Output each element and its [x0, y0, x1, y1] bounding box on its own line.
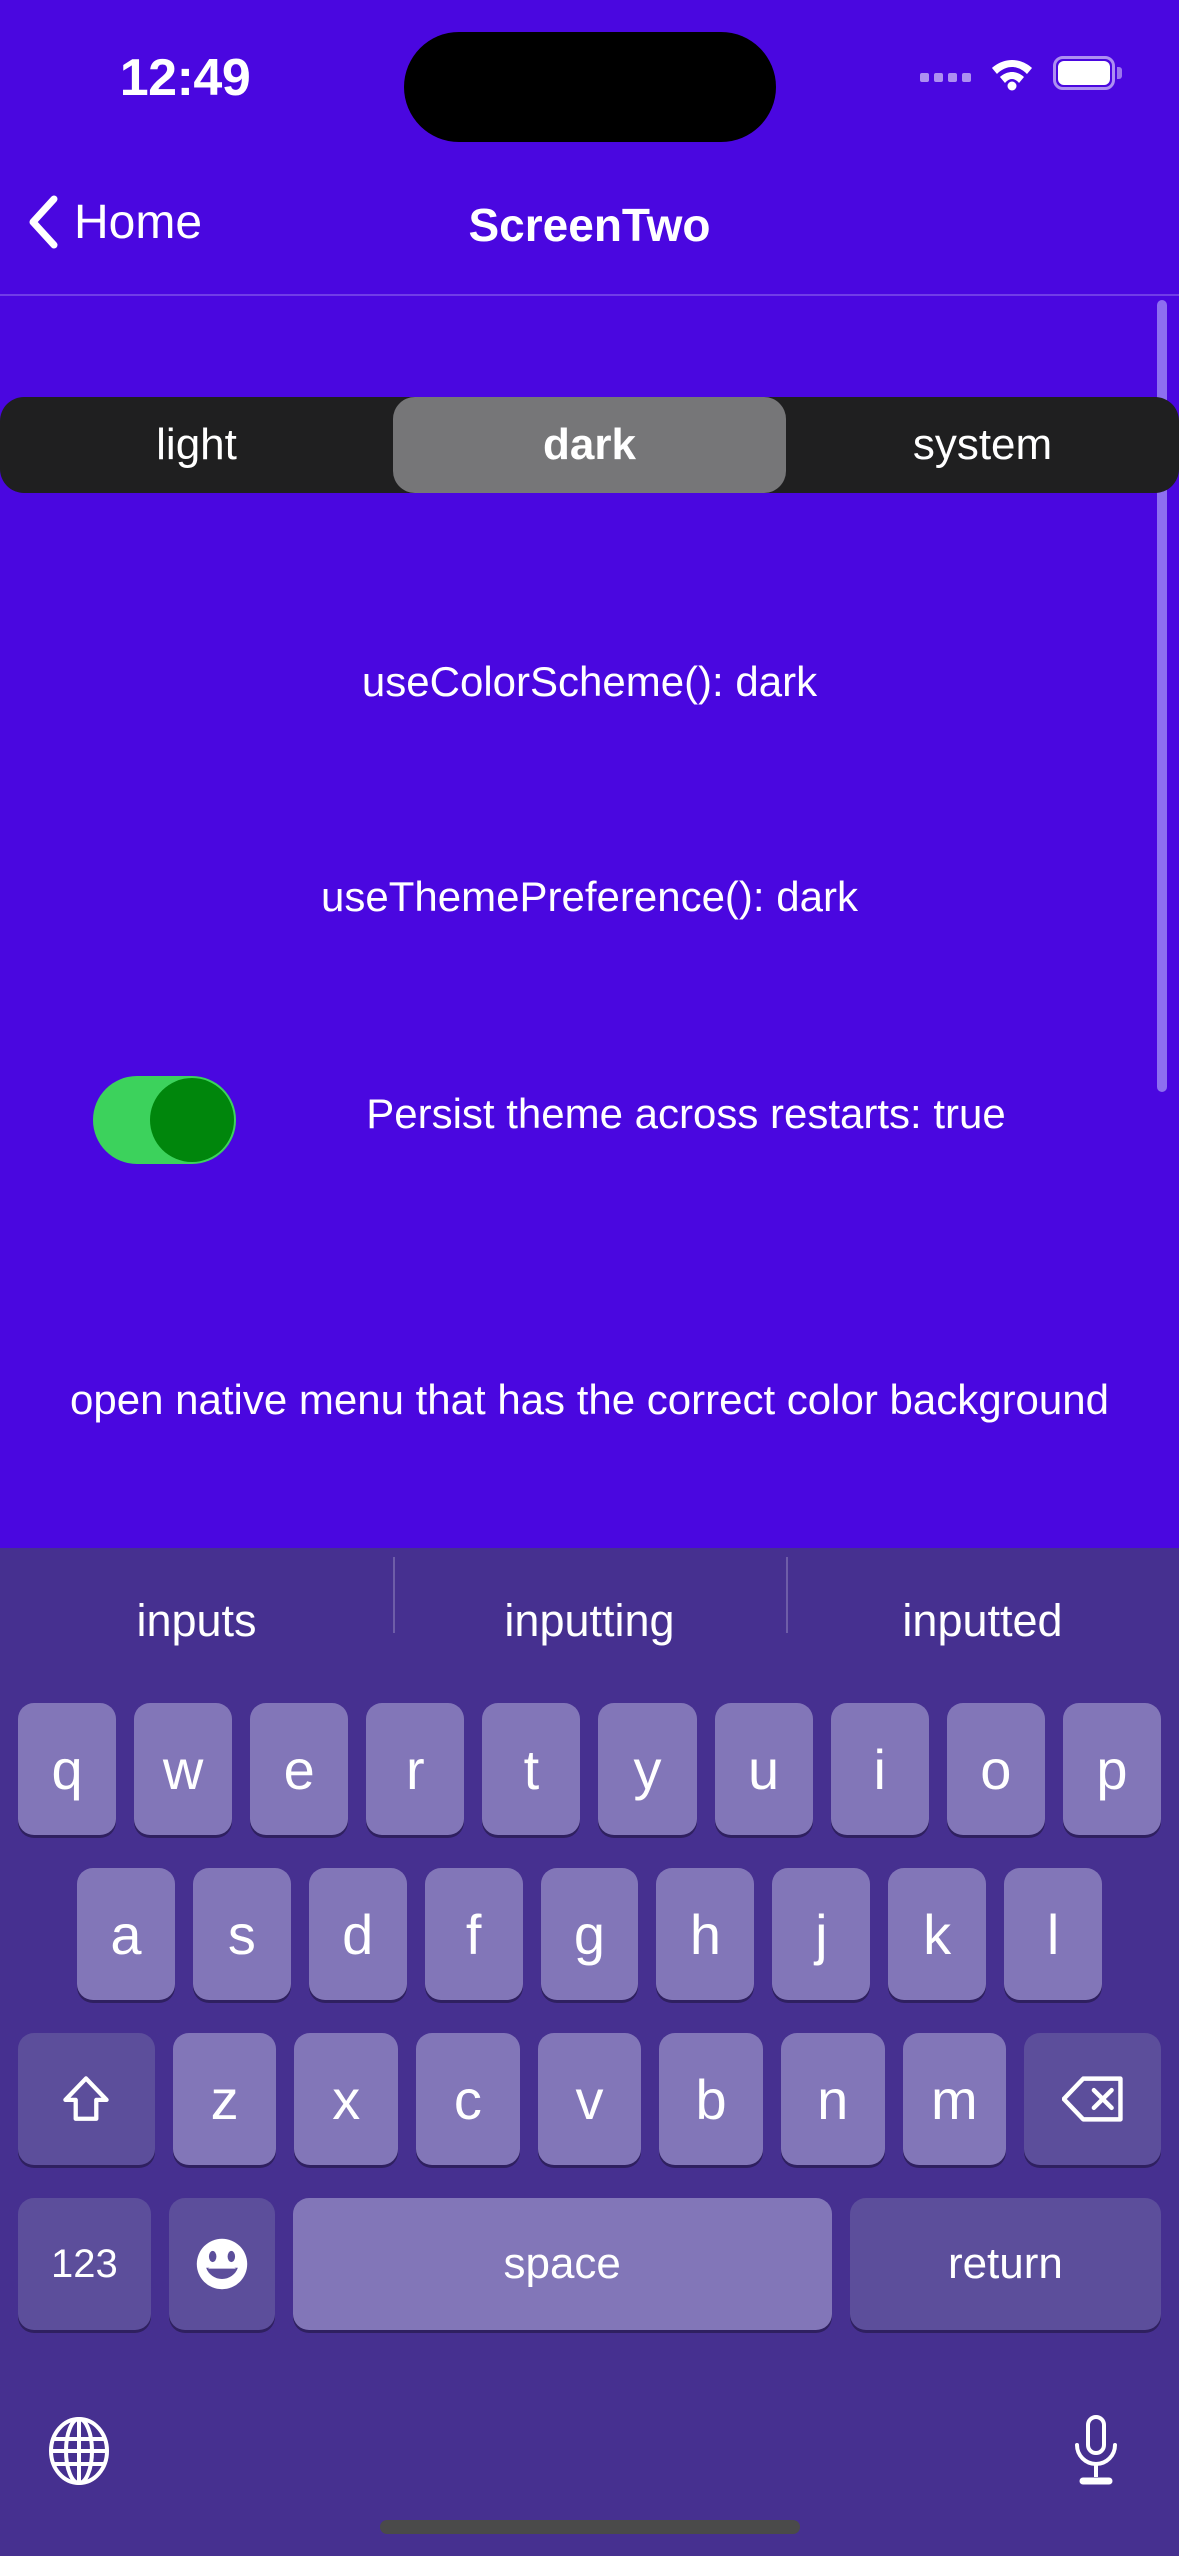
- persist-theme-row: Persist theme across restarts: true: [0, 1066, 1179, 1176]
- persist-theme-toggle[interactable]: [93, 1076, 236, 1164]
- keyboard-row-1: q w e r t y u i o p: [0, 1703, 1179, 1835]
- status-bar-indicators: [920, 48, 1122, 98]
- numeric-key[interactable]: 123: [18, 2198, 151, 2330]
- key-x[interactable]: x: [294, 2033, 399, 2165]
- prediction-item-1[interactable]: inputs: [0, 1595, 393, 1647]
- key-n[interactable]: n: [780, 2033, 885, 2165]
- toggle-knob: [150, 1078, 234, 1162]
- key-area: q w e r t y u i o p a s d f g h j k l z …: [0, 1693, 1179, 2413]
- cellular-signal-icon: [920, 64, 971, 82]
- key-b[interactable]: b: [659, 2033, 763, 2165]
- backspace-icon: [1061, 2075, 1124, 2123]
- keyboard-row-2: a s d f g h j k l: [0, 1868, 1179, 2000]
- segment-dark[interactable]: dark: [393, 397, 786, 493]
- software-keyboard: inputs inputting inputted q w e r t y u …: [0, 1548, 1179, 2556]
- theme-segmented-control[interactable]: light dark system: [0, 397, 1179, 493]
- key-k[interactable]: k: [888, 1868, 987, 2000]
- key-a[interactable]: a: [77, 1868, 175, 2000]
- key-g[interactable]: g: [540, 1868, 639, 2000]
- predictive-text-bar: inputs inputting inputted: [0, 1548, 1179, 1693]
- segment-light[interactable]: light: [0, 397, 393, 493]
- key-v[interactable]: v: [537, 2033, 642, 2165]
- key-y[interactable]: y: [598, 1703, 697, 1835]
- key-w[interactable]: w: [134, 1703, 233, 1835]
- key-o[interactable]: o: [946, 1703, 1045, 1835]
- emoji-key[interactable]: [168, 2198, 275, 2330]
- key-e[interactable]: e: [250, 1703, 349, 1835]
- key-l[interactable]: l: [1004, 1868, 1103, 2000]
- key-r[interactable]: r: [366, 1703, 465, 1835]
- battery-icon: [1053, 56, 1122, 90]
- scroll-content[interactable]: light dark system useColorScheme(): dark…: [0, 296, 1179, 1548]
- dictation-key[interactable]: [1069, 2415, 1123, 2487]
- page-title: ScreenTwo: [468, 199, 711, 251]
- status-bar: 12:49: [0, 0, 1179, 170]
- return-key[interactable]: return: [849, 2198, 1161, 2330]
- shift-icon: [62, 2074, 110, 2124]
- key-f[interactable]: f: [424, 1868, 523, 2000]
- key-d[interactable]: d: [308, 1868, 407, 2000]
- home-indicator[interactable]: [379, 2520, 800, 2534]
- key-i[interactable]: i: [830, 1703, 929, 1835]
- navigation-bar: Home ScreenTwo: [0, 170, 1179, 296]
- key-t[interactable]: t: [482, 1703, 581, 1835]
- space-key[interactable]: space: [292, 2198, 832, 2330]
- segment-system[interactable]: system: [786, 397, 1179, 493]
- status-bar-clock: 12:49: [119, 49, 251, 107]
- globe-icon: [48, 2417, 110, 2485]
- persist-theme-label: Persist theme across restarts: true: [366, 1090, 1006, 1137]
- keyboard-row-4: 123 space return: [0, 2198, 1179, 2330]
- use-color-scheme-text: useColorScheme(): dark: [361, 658, 818, 705]
- backspace-key[interactable]: [1024, 2033, 1161, 2165]
- dynamic-island: [404, 32, 776, 142]
- keyboard-row-3: z x c v b n m: [0, 2033, 1179, 2165]
- wifi-icon: [989, 55, 1035, 91]
- key-c[interactable]: c: [416, 2033, 520, 2165]
- microphone-icon: [1069, 2415, 1123, 2487]
- key-q[interactable]: q: [18, 1703, 117, 1835]
- shift-key[interactable]: [18, 2033, 155, 2165]
- native-menu-text[interactable]: open native menu that has the correct co…: [0, 1376, 1179, 1424]
- key-p[interactable]: p: [1062, 1703, 1161, 1835]
- emoji-icon: [194, 2236, 250, 2292]
- key-z[interactable]: z: [172, 2033, 277, 2165]
- globe-key[interactable]: [48, 2417, 110, 2485]
- prediction-item-3[interactable]: inputted: [786, 1556, 1179, 1647]
- key-j[interactable]: j: [772, 1868, 871, 2000]
- keyboard-bottom-row: [0, 2413, 1179, 2513]
- key-h[interactable]: h: [656, 1868, 755, 2000]
- key-s[interactable]: s: [192, 1868, 291, 2000]
- phone-screen: 12:49 Home ScreenTwo light dark system u…: [0, 0, 1179, 2556]
- key-m[interactable]: m: [902, 2033, 1007, 2165]
- prediction-item-2[interactable]: inputting: [393, 1556, 786, 1647]
- use-theme-preference-text: useThemePreference(): dark: [321, 873, 858, 920]
- key-u[interactable]: u: [714, 1703, 813, 1835]
